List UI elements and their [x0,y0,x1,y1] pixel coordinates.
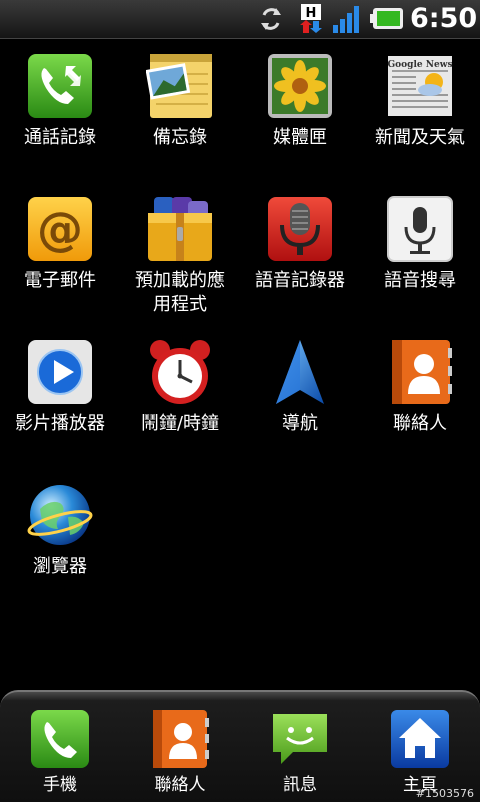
call-log-icon [26,52,94,120]
dock-label: 聯絡人 [154,775,206,795]
dock-label: 手機 [43,775,77,795]
app-label: 通話記錄 [24,127,96,148]
app-label: 電子郵件 [24,270,96,291]
app-label: 語音記錄器 [255,270,345,291]
voice-recorder-icon [266,195,334,263]
app-label: 導航 [282,413,318,434]
watermark-text: #1503576 [415,787,474,800]
app-label: 瀏覽器 [33,556,87,577]
battery-icon [369,4,405,34]
phone-icon [29,708,91,770]
app-label: 媒體匣 [273,127,327,148]
notes-icon [146,52,214,120]
hsdpa-icon: H [297,4,325,34]
home-icon [389,708,451,770]
navigation-icon [266,338,334,406]
news-weather-icon: Google News [386,52,454,120]
app-label: 備忘錄 [153,127,207,148]
app-label: 聯絡人 [393,413,447,434]
alarm-clock-icon [146,338,214,406]
gallery-icon [266,52,334,120]
network-badge-text: H [306,6,317,21]
app-label: 鬧鐘/時鐘 [140,413,220,434]
clock-time: 6:50 [410,3,478,34]
video-player-icon [26,338,94,406]
contacts-icon [386,338,454,406]
messaging-icon [269,708,331,770]
preloaded-apps-icon [146,195,214,263]
sync-icon [256,4,286,34]
svg-text:@: @ [37,202,83,256]
email-icon: @ [26,195,94,263]
news-badge-text: Google News [387,60,452,70]
voice-search-icon [386,195,454,263]
app-label: 語音搜尋 [384,270,456,291]
dock-label: 訊息 [283,775,317,795]
app-label: 新聞及天氣 [375,127,465,148]
app-label: 預加載的應 用程式 [135,270,225,315]
signal-icon [332,4,364,34]
contacts-icon [149,708,211,770]
dock-bar: 手機 聯絡人 訊息 主頁 #1503576 [0,690,480,802]
status-bar[interactable]: H 6:50 [0,0,480,39]
browser-icon [26,481,94,549]
app-label: 影片播放器 [15,413,105,434]
